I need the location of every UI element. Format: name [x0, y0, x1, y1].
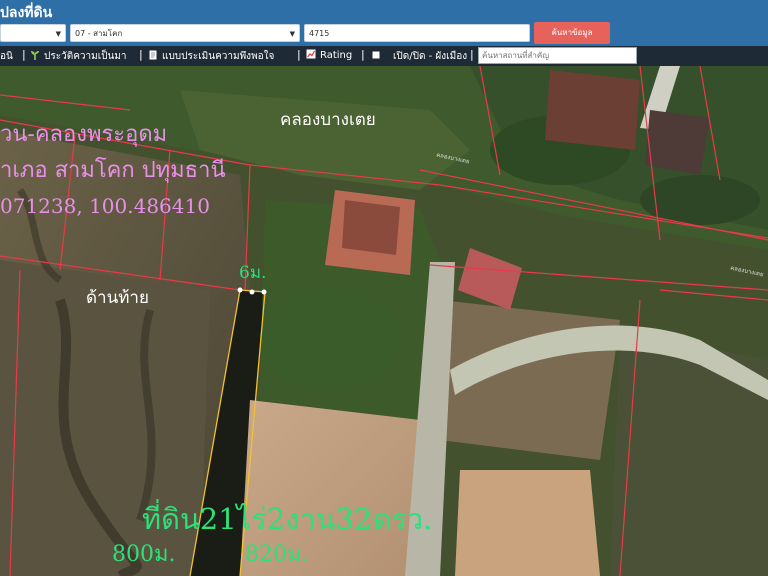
toolbar-toggle-plan[interactable]: เปิด/ปิด - ผังเมือง — [371, 49, 467, 64]
side-label: ด้านท้าย — [86, 288, 149, 308]
toolbar-survey[interactable]: แบบประเมินความพึงพอใจ — [148, 49, 274, 64]
chart-icon — [306, 49, 316, 59]
toolbar-history[interactable]: ประวัติความเป็นมา — [30, 49, 127, 64]
toolbar-divider: | — [22, 48, 26, 61]
toolbar-divider: | — [297, 48, 301, 61]
toolbar-item-first[interactable]: อนิ — [0, 49, 13, 64]
toolbar-divider: | — [139, 48, 143, 61]
location-line-1: วน-คลองพระอุดม — [0, 122, 168, 147]
toolbar-divider: | — [470, 48, 474, 61]
chevron-down-icon: ▼ — [55, 30, 61, 38]
toolbar-rating[interactable]: Rating — [306, 49, 352, 61]
toolbar-toggle-plan-label: เปิด/ปิด - ผังเมือง — [393, 51, 468, 62]
parcel-number-input[interactable]: 4715 — [304, 24, 530, 42]
search-button[interactable]: ค้นหาข้อมูล — [534, 22, 610, 44]
canal-label: คลองบางเตย — [280, 110, 376, 130]
left-length-label: 800ม. — [112, 542, 176, 567]
province-select[interactable]: ▼ — [0, 24, 66, 42]
header-bar: ปลงที่ดิน ▼ 07 - สามโคก ▼ 4715 ค้นหาข้อม… — [0, 0, 768, 46]
page-title: ปลงที่ดิน — [0, 5, 53, 21]
parcel-vertex — [237, 287, 243, 293]
right-length-label: 820ม. — [245, 542, 309, 567]
toolbar-divider: | — [361, 48, 365, 61]
toolbar-survey-label: แบบประเมินความพึงพอใจ — [162, 51, 275, 62]
parcel-number-value: 4715 — [309, 29, 330, 38]
toolbar-rating-label: Rating — [320, 50, 353, 61]
district-select-value: 07 - สามโคก — [75, 29, 123, 38]
width-label: 6ม. — [239, 263, 267, 283]
map-toolbar: อนิ | ประวัติความเป็นมา | แบบประเมินความ… — [0, 46, 768, 66]
plant-icon — [31, 51, 39, 60]
place-search-input[interactable] — [478, 47, 637, 64]
coordinates-label: 071238, 100.486410 — [0, 194, 210, 218]
parcel-vertex — [249, 289, 255, 295]
toolbar-history-label: ประวัติความเป็นมา — [44, 51, 127, 62]
chevron-down-icon: ▼ — [289, 30, 295, 38]
checkbox-icon — [372, 51, 380, 59]
location-line-2: าเภอ สามโคก ปทุมธานี — [0, 158, 226, 183]
document-icon — [149, 50, 157, 60]
parcel-vertex — [261, 289, 267, 295]
district-select[interactable]: 07 - สามโคก ▼ — [70, 24, 300, 42]
